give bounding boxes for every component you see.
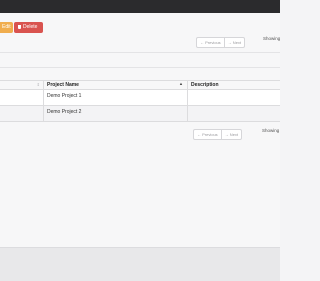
sort-ascending-icon: ▲: [179, 81, 183, 86]
description-cell: [188, 90, 280, 94]
project-name-cell: Demo Project 1: [47, 93, 82, 99]
column-header-select[interactable]: ⇕: [0, 81, 44, 89]
showing-info: Showing: [262, 128, 280, 133]
description-cell: [188, 106, 280, 110]
footer: [0, 247, 280, 281]
trash-icon: [18, 24, 21, 29]
column-header-label: Description: [191, 82, 219, 88]
delete-label: Delete: [23, 24, 38, 30]
sort-icon: ⇕: [36, 82, 40, 87]
column-header-project-name[interactable]: Project Name ▲: [44, 81, 188, 89]
delete-button[interactable]: Delete: [14, 22, 43, 33]
projects-table: ⇕ Project Name ▲ Description Demo Projec…: [0, 80, 280, 122]
previous-page-button[interactable]: ← Previous: [197, 38, 224, 47]
previous-page-button[interactable]: ← Previous: [194, 130, 221, 139]
table-row[interactable]: Demo Project 2: [0, 106, 280, 122]
table-row[interactable]: Demo Project 1: [0, 90, 280, 106]
column-header-label: Project Name: [47, 82, 79, 88]
column-header-description[interactable]: Description: [188, 81, 280, 89]
next-page-button[interactable]: → Next: [220, 130, 241, 139]
next-page-button[interactable]: → Next: [223, 38, 244, 47]
table-header-row: ⇕ Project Name ▲ Description: [0, 80, 280, 90]
edit-button[interactable]: Edit: [0, 22, 13, 33]
main-content: Edit Delete ← Previous → Next Showing ⇕ …: [0, 13, 280, 247]
top-navbar: [0, 0, 280, 13]
pagination-top: ← Previous → Next: [196, 37, 246, 48]
showing-info: Showing: [263, 36, 281, 41]
edit-label: Edit: [2, 24, 11, 30]
divider: [0, 67, 280, 68]
pagination-bottom: ← Previous → Next: [193, 129, 243, 140]
project-name-cell: Demo Project 2: [47, 109, 82, 115]
divider: [0, 52, 280, 53]
